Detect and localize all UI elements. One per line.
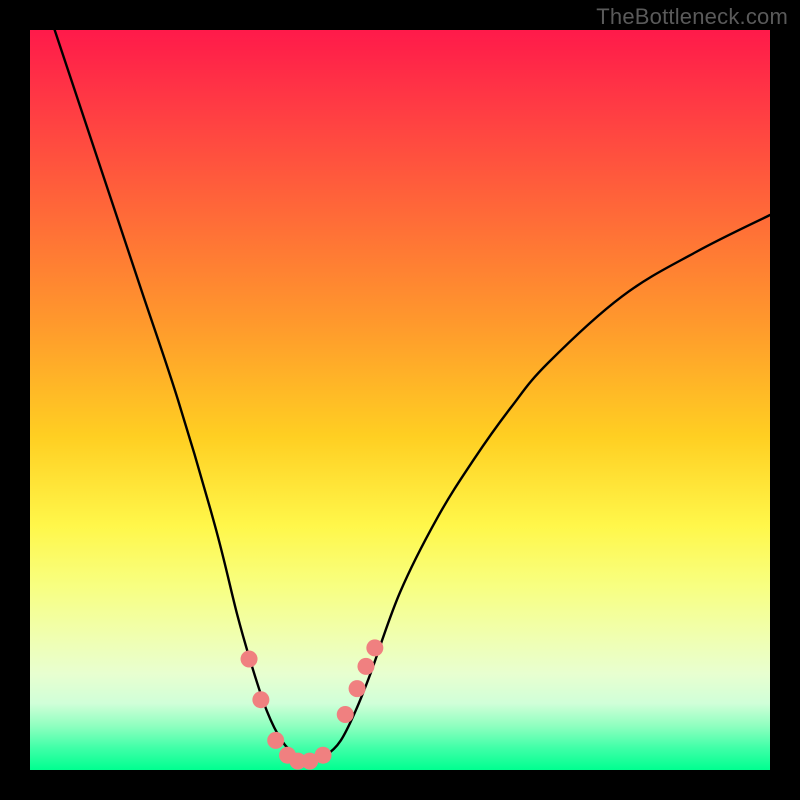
bottleneck-curve-line [30,30,770,763]
marker-point [337,706,354,723]
marker-point [357,658,374,675]
chart-area [30,30,770,770]
marker-point [252,691,269,708]
marker-point [349,680,366,697]
marker-point [315,747,332,764]
marker-point [241,651,258,668]
marker-point [267,732,284,749]
watermark-text: TheBottleneck.com [596,4,788,30]
chart-svg [30,30,770,770]
marker-point [366,639,383,656]
marker-group [241,639,384,769]
